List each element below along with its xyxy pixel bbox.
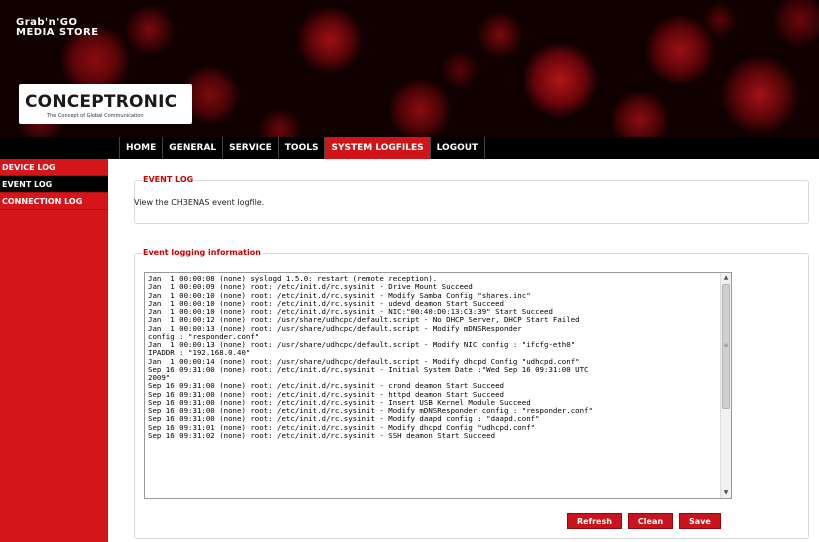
nav-general[interactable]: GENERAL: [163, 137, 224, 159]
log-scrollbar[interactable]: ▲ ≡ ▼: [720, 273, 731, 498]
event-log-panel: EVENT LOG View the CH3ENAS event logfile…: [134, 175, 809, 224]
log-actions: Refresh Clean Save: [567, 513, 721, 529]
scroll-up-arrow-icon[interactable]: ▲: [721, 273, 731, 283]
brand-logo: CONCEPTRONIC The Concept of Global Commu…: [19, 84, 192, 124]
nav-service[interactable]: SERVICE: [223, 137, 279, 159]
event-log-content: Jan 1 00:00:08 (none) syslogd 1.5.0: res…: [148, 274, 593, 440]
event-log-textarea[interactable]: Jan 1 00:00:08 (none) syslogd 1.5.0: res…: [144, 272, 732, 499]
nav-tools[interactable]: TOOLS: [279, 137, 326, 159]
event-info-title: Event logging information: [142, 248, 262, 257]
clean-button[interactable]: Clean: [627, 513, 674, 529]
sidebar-item-device-log[interactable]: DEVICE LOG: [0, 159, 108, 176]
top-nav: HOME GENERAL SERVICE TOOLS SYSTEM LOGFIL…: [0, 137, 819, 159]
event-log-title: EVENT LOG: [142, 175, 195, 184]
sidebar-item-connection-log[interactable]: CONNECTION LOG: [0, 193, 108, 210]
scroll-down-arrow-icon[interactable]: ▼: [721, 488, 731, 498]
save-button[interactable]: Save: [679, 513, 721, 529]
sidebar-item-event-log[interactable]: EVENT LOG: [0, 176, 108, 193]
nav-logout[interactable]: LOGOUT: [431, 137, 486, 159]
nav-system-logfiles[interactable]: SYSTEM LOGFILES: [325, 137, 431, 159]
brand-name: CONCEPTRONIC: [25, 92, 178, 112]
brand-tagline: The Concept of Global Communication: [47, 113, 144, 119]
header-banner: Grab'n'GO MEDIA STORE CONCEPTRONIC The C…: [0, 0, 819, 137]
event-info-panel: Event logging information Jan 1 00:00:08…: [134, 248, 809, 539]
scrollbar-thumb[interactable]: ≡: [722, 284, 730, 409]
nav-home[interactable]: HOME: [119, 137, 164, 159]
sidebar: DEVICE LOG EVENT LOG CONNECTION LOG: [0, 159, 108, 542]
scroll-grip-icon: ≡: [723, 342, 729, 349]
event-log-description: View the CH3ENAS event logfile.: [134, 198, 265, 207]
refresh-button[interactable]: Refresh: [567, 513, 622, 529]
store-logo-line2: MEDIA STORE: [16, 27, 99, 38]
store-logo: Grab'n'GO MEDIA STORE: [16, 18, 99, 38]
